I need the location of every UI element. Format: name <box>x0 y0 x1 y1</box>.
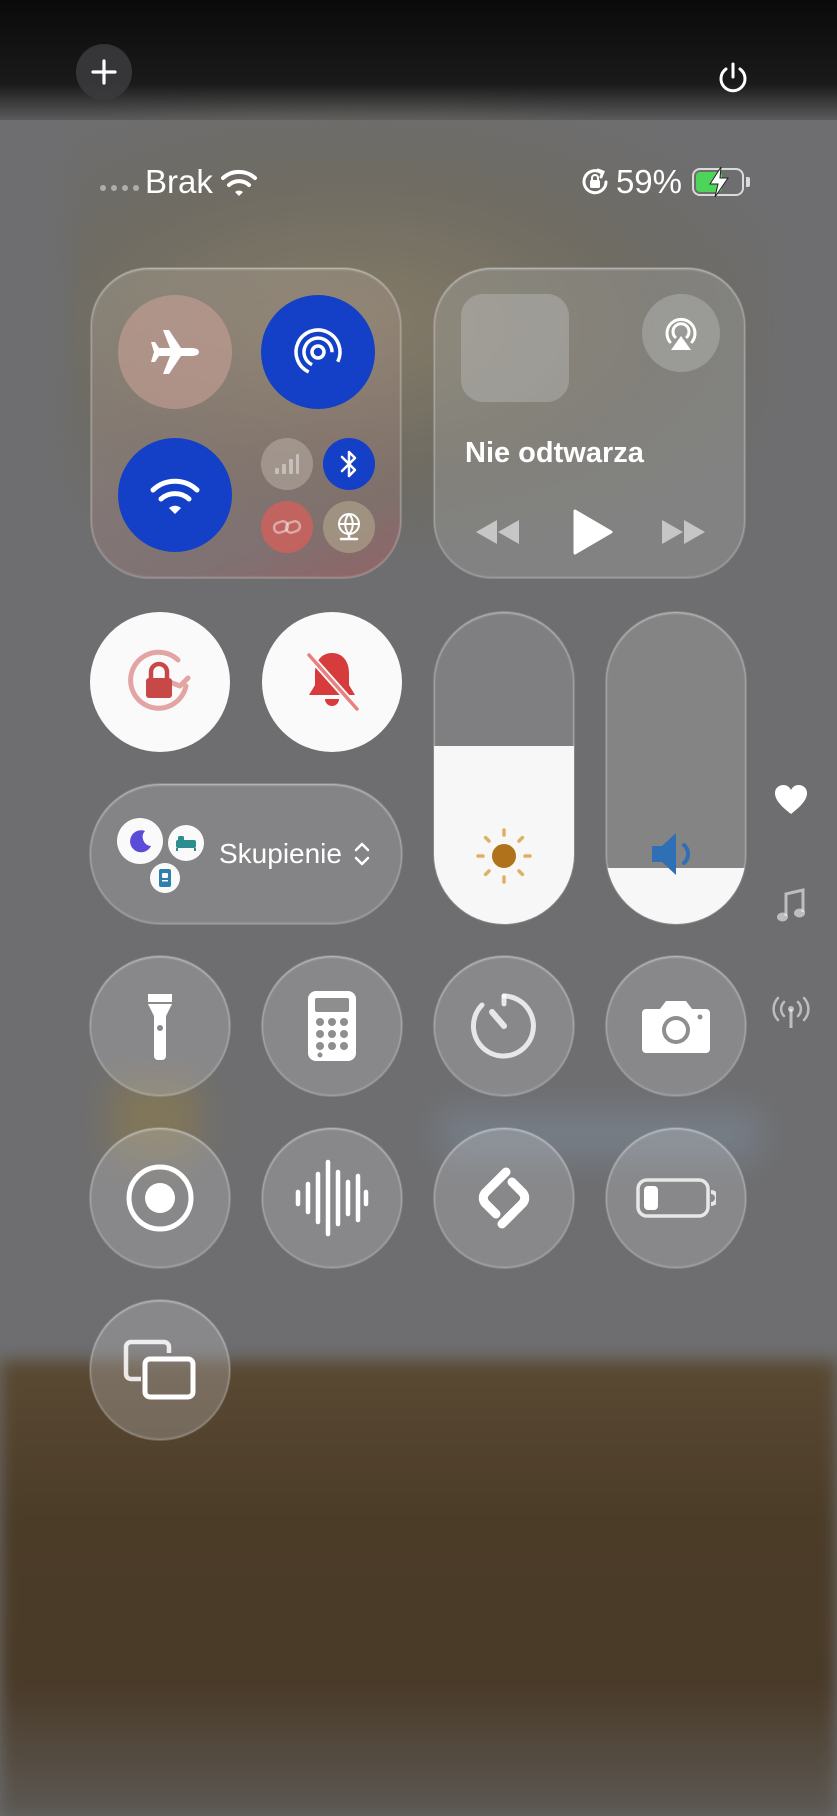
wifi-icon <box>150 478 200 514</box>
airplane-icon <box>151 330 199 374</box>
vpn-toggle[interactable] <box>323 501 375 553</box>
orientation-lock-status-icon <box>582 168 608 195</box>
speaker-icon <box>652 833 691 875</box>
shazam-icon <box>478 1167 530 1229</box>
play-icon <box>573 509 613 555</box>
battery-icon <box>692 166 750 198</box>
shazam-button[interactable] <box>434 1128 574 1268</box>
power-button[interactable] <box>705 50 761 106</box>
play-button[interactable] <box>564 502 620 562</box>
flashlight-icon <box>148 994 172 1060</box>
moon-icon <box>117 818 163 864</box>
silent-mode-toggle[interactable] <box>262 612 402 752</box>
screen-record-icon <box>126 1164 194 1232</box>
airplay-button[interactable] <box>642 294 720 372</box>
camera-icon <box>642 1001 710 1053</box>
power-icon <box>719 62 747 93</box>
forward-icon <box>662 520 705 544</box>
media-title: Nie odtwarza <box>465 437 644 469</box>
album-art-placeholder <box>461 294 569 402</box>
focus-label: Skupienie <box>219 838 342 869</box>
airplane-mode-toggle[interactable] <box>118 295 232 409</box>
timer-icon <box>470 993 536 1059</box>
bell-slash-icon <box>305 651 361 713</box>
battery-percent: 59% <box>615 163 682 200</box>
add-button[interactable] <box>76 44 132 100</box>
airdrop-toggle[interactable] <box>261 295 375 409</box>
orientation-lock-icon <box>128 649 191 711</box>
airdrop-icon <box>294 328 342 376</box>
calculator-icon <box>308 991 356 1061</box>
wifi-status-icon <box>220 169 257 196</box>
voice-memo-button[interactable] <box>262 1128 402 1268</box>
screen-record-button[interactable] <box>90 1128 230 1268</box>
volume-slider[interactable] <box>606 612 746 924</box>
airplay-audio-icon <box>665 317 697 350</box>
calculator-button[interactable] <box>262 956 402 1096</box>
screen-mirroring-icon <box>123 1339 196 1400</box>
status-bar: Brak 59% <box>100 160 750 204</box>
screen-mirroring-button[interactable] <box>90 1300 230 1440</box>
plus-icon <box>91 59 117 85</box>
brightness-slider[interactable] <box>434 612 574 924</box>
globe-network-icon <box>338 513 360 541</box>
cellular-signal-icon <box>275 454 299 474</box>
hotspot-toggle[interactable] <box>261 501 313 553</box>
bluetooth-icon <box>340 450 357 478</box>
camera-button[interactable] <box>606 956 746 1096</box>
music-note-icon <box>777 888 805 922</box>
cellular-toggle[interactable] <box>261 438 313 490</box>
sun-icon <box>476 828 532 884</box>
timer-button[interactable] <box>434 956 574 1096</box>
next-track-button[interactable] <box>655 512 711 552</box>
backward-icon <box>476 520 519 544</box>
wifi-toggle[interactable] <box>118 438 232 552</box>
antenna-icon <box>772 996 810 1028</box>
signal-dots <box>100 185 139 191</box>
previous-track-button[interactable] <box>470 512 526 552</box>
chevron-up-down-icon <box>354 842 370 866</box>
flashlight-button[interactable] <box>90 956 230 1096</box>
orientation-lock-toggle[interactable] <box>90 612 230 752</box>
bed-icon <box>168 825 204 861</box>
voice-memo-icon <box>295 1159 369 1237</box>
heart-icon <box>775 785 807 814</box>
low-power-icon <box>636 1178 716 1218</box>
carrier-label: Brak <box>145 163 213 200</box>
bluetooth-toggle[interactable] <box>323 438 375 490</box>
hotspot-link-icon <box>272 520 302 534</box>
low-power-button[interactable] <box>606 1128 746 1268</box>
id-badge-icon <box>150 863 180 893</box>
